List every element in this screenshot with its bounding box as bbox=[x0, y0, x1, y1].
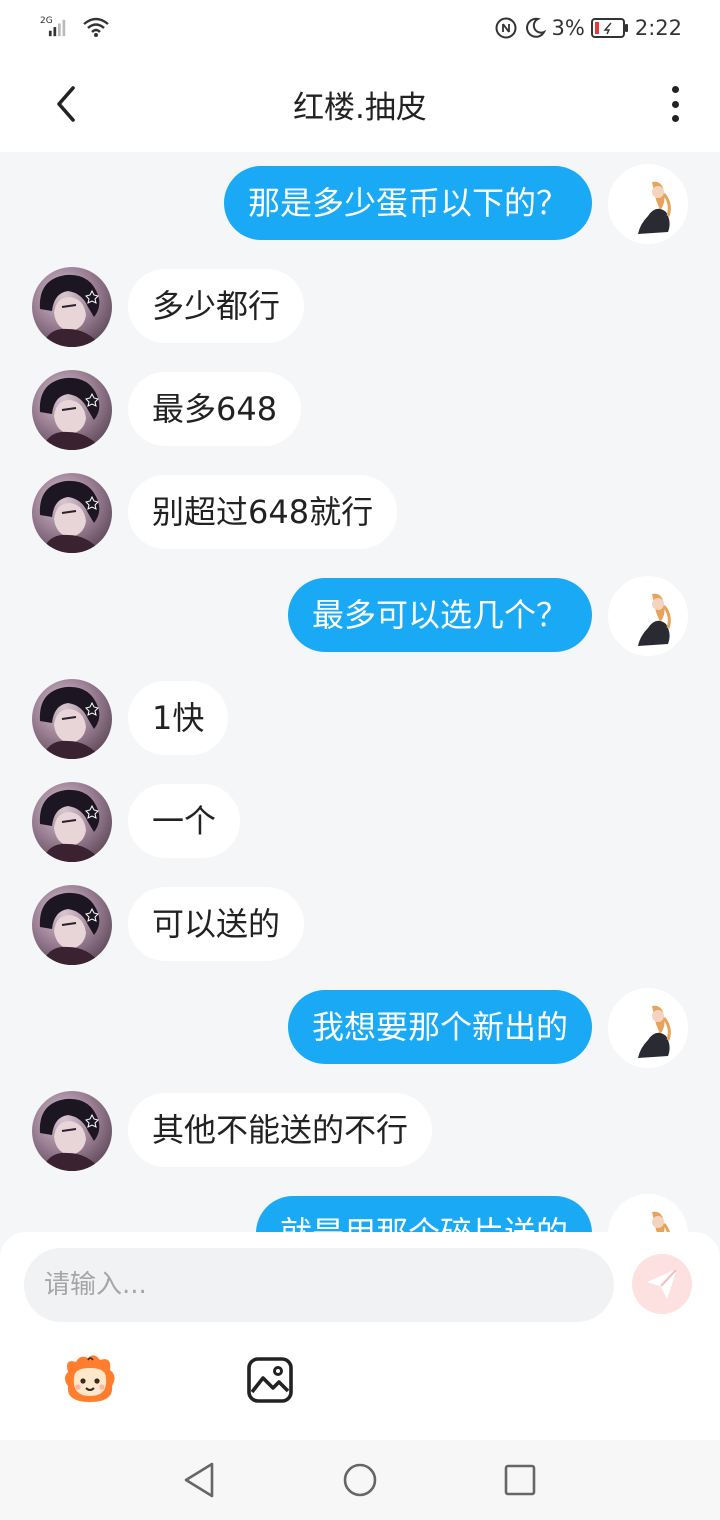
input-panel bbox=[0, 1232, 720, 1440]
moon-icon bbox=[525, 17, 546, 38]
system-nav-bar bbox=[0, 1440, 720, 1520]
message-bubble[interactable]: 其他不能送的不行 bbox=[128, 1093, 433, 1167]
message-list[interactable]: 那是多少蛋币以下的？ 多少都行最多648 别超过648就行最多可以选几个？ 1快一个可… bbox=[0, 152, 720, 1232]
message-bubble[interactable]: 最多648 bbox=[128, 372, 302, 446]
message-bubble[interactable]: 我想要那个新出的 bbox=[287, 990, 592, 1064]
status-right: 3% 2:22 bbox=[494, 14, 682, 42]
contact-avatar[interactable] bbox=[32, 267, 112, 347]
received-message: 可以送的 bbox=[0, 885, 720, 965]
received-message: 一个 bbox=[0, 782, 720, 862]
more-vertical-icon bbox=[671, 86, 679, 93]
battery-percent: 3% bbox=[551, 16, 585, 40]
my-avatar[interactable] bbox=[608, 164, 688, 244]
message-bubble[interactable]: 最多可以选几个？ bbox=[287, 578, 592, 652]
status-bar: 2G 3% 2:22 bbox=[0, 0, 720, 56]
send-button[interactable] bbox=[632, 1254, 692, 1314]
status-left: 2G bbox=[40, 14, 110, 40]
clock: 2:22 bbox=[634, 16, 682, 40]
nav-back-icon[interactable] bbox=[180, 1460, 220, 1500]
message-bubble[interactable]: 一个 bbox=[128, 784, 241, 858]
signal-group: 2G bbox=[40, 14, 76, 40]
sent-message: 那是多少蛋币以下的？ bbox=[0, 164, 720, 244]
received-message: 其他不能送的不行 bbox=[0, 1091, 720, 1171]
contact-avatar[interactable] bbox=[32, 679, 112, 759]
my-avatar[interactable] bbox=[608, 988, 688, 1068]
image-button[interactable] bbox=[246, 1356, 294, 1404]
message-bubble[interactable]: 1快 bbox=[128, 681, 229, 755]
emoji-mascot-icon bbox=[65, 1355, 115, 1402]
sent-message: 我想要那个新出的 bbox=[0, 988, 720, 1068]
contact-avatar[interactable] bbox=[32, 370, 112, 450]
emoji-button[interactable] bbox=[60, 1352, 120, 1408]
sent-message: 就是用那个碎片送的 bbox=[0, 1194, 720, 1232]
page-title: 红楼.抽皮 bbox=[293, 90, 427, 126]
received-message: 最多648 bbox=[0, 370, 720, 450]
nav-home-icon[interactable] bbox=[340, 1460, 380, 1500]
image-icon bbox=[247, 1357, 293, 1403]
contact-avatar[interactable] bbox=[32, 885, 112, 965]
send-icon bbox=[647, 1269, 677, 1299]
battery-icon bbox=[590, 18, 628, 38]
message-bubble[interactable]: 可以送的 bbox=[128, 887, 305, 961]
received-message: 多少都行 bbox=[0, 267, 720, 347]
message-bubble[interactable]: 多少都行 bbox=[128, 269, 305, 343]
received-message: 别超过648就行 bbox=[0, 473, 720, 553]
contact-avatar[interactable] bbox=[32, 782, 112, 862]
contact-avatar[interactable] bbox=[32, 473, 112, 553]
message-bubble[interactable]: 那是多少蛋币以下的？ bbox=[223, 166, 592, 240]
wifi-icon bbox=[83, 17, 109, 37]
chat-header: 红楼.抽皮 bbox=[0, 56, 720, 152]
message-input[interactable] bbox=[24, 1248, 614, 1322]
my-avatar[interactable] bbox=[608, 576, 688, 656]
nav-recents-icon[interactable] bbox=[500, 1460, 540, 1500]
received-message: 1快 bbox=[0, 679, 720, 759]
my-avatar[interactable] bbox=[608, 1194, 688, 1232]
message-bubble[interactable]: 别超过648就行 bbox=[128, 475, 398, 549]
more-options-button[interactable] bbox=[660, 82, 690, 126]
contact-avatar[interactable] bbox=[32, 1091, 112, 1171]
signal-icon bbox=[48, 19, 66, 37]
sent-message: 最多可以选几个？ bbox=[0, 576, 720, 656]
message-bubble[interactable]: 就是用那个碎片送的 bbox=[255, 1196, 592, 1232]
nfc-icon bbox=[495, 17, 516, 39]
